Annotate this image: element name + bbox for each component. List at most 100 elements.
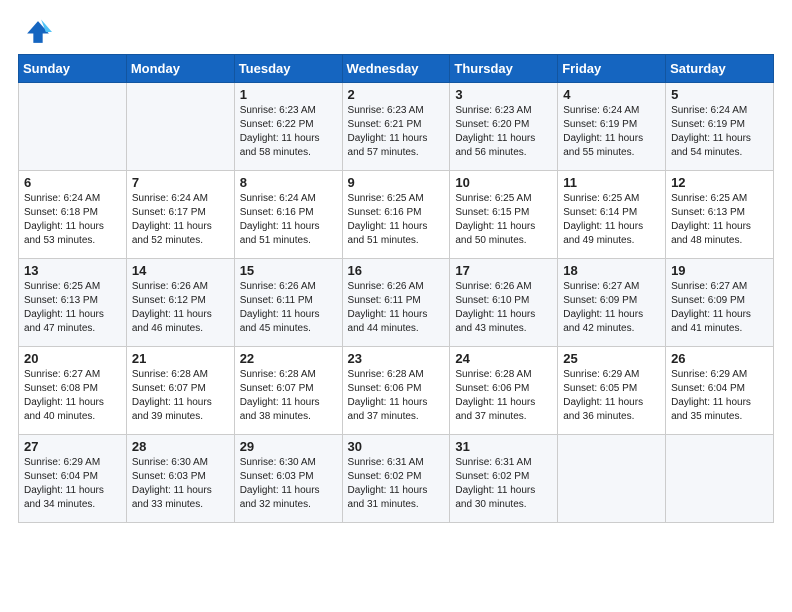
calendar-week-row: 27 Sunrise: 6:29 AM Sunset: 6:04 PM Dayli…: [19, 435, 774, 523]
day-number: 28: [132, 439, 229, 454]
calendar-day-cell: 11 Sunrise: 6:25 AM Sunset: 6:14 PM Dayli…: [558, 171, 666, 259]
weekday-header: Friday: [558, 55, 666, 83]
calendar-day-cell: 24Sunrise: 6:28 AM Sunset: 6:06 PM Dayli…: [450, 347, 558, 435]
day-number: 17: [455, 263, 552, 278]
day-info: Sunrise: 6:24 AM Sunset: 6:16 PM Dayligh…: [240, 193, 320, 246]
day-number: 29: [240, 439, 337, 454]
calendar-day-cell: 2 Sunrise: 6:23 AM Sunset: 6:21 PM Daylig…: [342, 83, 450, 171]
calendar-day-cell: 19Sunrise: 6:27 AM Sunset: 6:09 PM Dayli…: [666, 259, 774, 347]
day-info: Sunrise: 6:25 AM Sunset: 6:13 PM Dayligh…: [24, 281, 104, 334]
day-number: 31: [455, 439, 552, 454]
day-number: 9: [348, 175, 445, 190]
day-info: Sunrise: 6:28 AM Sunset: 6:07 PM Dayligh…: [240, 369, 320, 422]
day-number: 25: [563, 351, 660, 366]
logo: [24, 18, 54, 46]
day-info: Sunrise: 6:29 AM Sunset: 6:05 PM Dayligh…: [563, 369, 643, 422]
day-info: Sunrise: 6:26 AM Sunset: 6:10 PM Dayligh…: [455, 281, 535, 334]
page-header: [0, 0, 792, 54]
calendar-day-cell: 5 Sunrise: 6:24 AM Sunset: 6:19 PM Daylig…: [666, 83, 774, 171]
calendar-day-cell: 1 Sunrise: 6:23 AM Sunset: 6:22 PM Daylig…: [234, 83, 342, 171]
calendar-week-row: 6Sunrise: 6:24 AM Sunset: 6:18 PM Daylig…: [19, 171, 774, 259]
day-number: 23: [348, 351, 445, 366]
day-info: Sunrise: 6:31 AM Sunset: 6:02 PM Dayligh…: [348, 457, 428, 510]
day-info: Sunrise: 6:24 AM Sunset: 6:19 PM Dayligh…: [671, 105, 751, 158]
calendar-header-row: SundayMondayTuesdayWednesdayThursdayFrid…: [19, 55, 774, 83]
day-number: 2: [348, 87, 445, 102]
calendar-day-cell: 25 Sunrise: 6:29 AM Sunset: 6:05 PM Dayli…: [558, 347, 666, 435]
calendar-day-cell: [666, 435, 774, 523]
calendar-week-row: 20Sunrise: 6:27 AM Sunset: 6:08 PM Dayli…: [19, 347, 774, 435]
day-number: 16: [348, 263, 445, 278]
day-number: 5: [671, 87, 768, 102]
calendar-day-cell: 3Sunrise: 6:23 AM Sunset: 6:20 PM Daylig…: [450, 83, 558, 171]
day-number: 4: [563, 87, 660, 102]
calendar-day-cell: 16 Sunrise: 6:26 AM Sunset: 6:11 PM Dayli…: [342, 259, 450, 347]
day-info: Sunrise: 6:29 AM Sunset: 6:04 PM Dayligh…: [671, 369, 751, 422]
calendar-day-cell: 6Sunrise: 6:24 AM Sunset: 6:18 PM Daylig…: [19, 171, 127, 259]
day-info: Sunrise: 6:31 AM Sunset: 6:02 PM Dayligh…: [455, 457, 535, 510]
weekday-header: Saturday: [666, 55, 774, 83]
day-number: 13: [24, 263, 121, 278]
calendar-day-cell: 20Sunrise: 6:27 AM Sunset: 6:08 PM Dayli…: [19, 347, 127, 435]
weekday-header: Thursday: [450, 55, 558, 83]
day-number: 27: [24, 439, 121, 454]
calendar-day-cell: 30 Sunrise: 6:31 AM Sunset: 6:02 PM Dayli…: [342, 435, 450, 523]
weekday-header: Tuesday: [234, 55, 342, 83]
day-info: Sunrise: 6:28 AM Sunset: 6:06 PM Dayligh…: [348, 369, 428, 422]
day-info: Sunrise: 6:26 AM Sunset: 6:11 PM Dayligh…: [348, 281, 428, 334]
day-number: 12: [671, 175, 768, 190]
day-number: 22: [240, 351, 337, 366]
weekday-header: Wednesday: [342, 55, 450, 83]
calendar-day-cell: 8 Sunrise: 6:24 AM Sunset: 6:16 PM Daylig…: [234, 171, 342, 259]
day-number: 14: [132, 263, 229, 278]
calendar-day-cell: 23 Sunrise: 6:28 AM Sunset: 6:06 PM Dayli…: [342, 347, 450, 435]
weekday-header: Sunday: [19, 55, 127, 83]
day-number: 15: [240, 263, 337, 278]
calendar-day-cell: 15 Sunrise: 6:26 AM Sunset: 6:11 PM Dayli…: [234, 259, 342, 347]
calendar-day-cell: 9 Sunrise: 6:25 AM Sunset: 6:16 PM Daylig…: [342, 171, 450, 259]
calendar-day-cell: 13 Sunrise: 6:25 AM Sunset: 6:13 PM Dayli…: [19, 259, 127, 347]
day-info: Sunrise: 6:25 AM Sunset: 6:15 PM Dayligh…: [455, 193, 535, 246]
day-number: 18: [563, 263, 660, 278]
day-info: Sunrise: 6:29 AM Sunset: 6:04 PM Dayligh…: [24, 457, 104, 510]
calendar-week-row: 13 Sunrise: 6:25 AM Sunset: 6:13 PM Dayli…: [19, 259, 774, 347]
day-info: Sunrise: 6:26 AM Sunset: 6:11 PM Dayligh…: [240, 281, 320, 334]
calendar-day-cell: 14 Sunrise: 6:26 AM Sunset: 6:12 PM Dayli…: [126, 259, 234, 347]
calendar-day-cell: 10 Sunrise: 6:25 AM Sunset: 6:15 PM Dayli…: [450, 171, 558, 259]
calendar-day-cell: 29 Sunrise: 6:30 AM Sunset: 6:03 PM Dayli…: [234, 435, 342, 523]
day-number: 30: [348, 439, 445, 454]
day-info: Sunrise: 6:23 AM Sunset: 6:22 PM Dayligh…: [240, 105, 320, 158]
calendar-day-cell: 4Sunrise: 6:24 AM Sunset: 6:19 PM Daylig…: [558, 83, 666, 171]
day-number: 26: [671, 351, 768, 366]
day-number: 21: [132, 351, 229, 366]
day-info: Sunrise: 6:28 AM Sunset: 6:07 PM Dayligh…: [132, 369, 212, 422]
calendar-day-cell: 27 Sunrise: 6:29 AM Sunset: 6:04 PM Dayli…: [19, 435, 127, 523]
weekday-header: Monday: [126, 55, 234, 83]
day-info: Sunrise: 6:26 AM Sunset: 6:12 PM Dayligh…: [132, 281, 212, 334]
day-info: Sunrise: 6:23 AM Sunset: 6:20 PM Dayligh…: [455, 105, 535, 158]
day-number: 11: [563, 175, 660, 190]
day-info: Sunrise: 6:24 AM Sunset: 6:18 PM Dayligh…: [24, 193, 104, 246]
calendar-day-cell: 12 Sunrise: 6:25 AM Sunset: 6:13 PM Dayli…: [666, 171, 774, 259]
calendar-day-cell: 21 Sunrise: 6:28 AM Sunset: 6:07 PM Dayli…: [126, 347, 234, 435]
calendar-day-cell: [126, 83, 234, 171]
day-info: Sunrise: 6:27 AM Sunset: 6:09 PM Dayligh…: [563, 281, 643, 334]
day-info: Sunrise: 6:30 AM Sunset: 6:03 PM Dayligh…: [240, 457, 320, 510]
calendar-day-cell: 18 Sunrise: 6:27 AM Sunset: 6:09 PM Dayli…: [558, 259, 666, 347]
calendar-day-cell: 22 Sunrise: 6:28 AM Sunset: 6:07 PM Dayli…: [234, 347, 342, 435]
calendar-body: 1 Sunrise: 6:23 AM Sunset: 6:22 PM Daylig…: [19, 83, 774, 523]
calendar-day-cell: 31 Sunrise: 6:31 AM Sunset: 6:02 PM Dayli…: [450, 435, 558, 523]
calendar-week-row: 1 Sunrise: 6:23 AM Sunset: 6:22 PM Daylig…: [19, 83, 774, 171]
day-info: Sunrise: 6:28 AM Sunset: 6:06 PM Dayligh…: [455, 369, 535, 422]
day-info: Sunrise: 6:23 AM Sunset: 6:21 PM Dayligh…: [348, 105, 428, 158]
calendar-day-cell: [19, 83, 127, 171]
day-number: 7: [132, 175, 229, 190]
calendar-day-cell: 17 Sunrise: 6:26 AM Sunset: 6:10 PM Dayli…: [450, 259, 558, 347]
day-info: Sunrise: 6:25 AM Sunset: 6:16 PM Dayligh…: [348, 193, 428, 246]
day-info: Sunrise: 6:24 AM Sunset: 6:17 PM Dayligh…: [132, 193, 212, 246]
day-number: 8: [240, 175, 337, 190]
day-number: 1: [240, 87, 337, 102]
day-number: 10: [455, 175, 552, 190]
day-info: Sunrise: 6:25 AM Sunset: 6:14 PM Dayligh…: [563, 193, 643, 246]
day-info: Sunrise: 6:25 AM Sunset: 6:13 PM Dayligh…: [671, 193, 751, 246]
